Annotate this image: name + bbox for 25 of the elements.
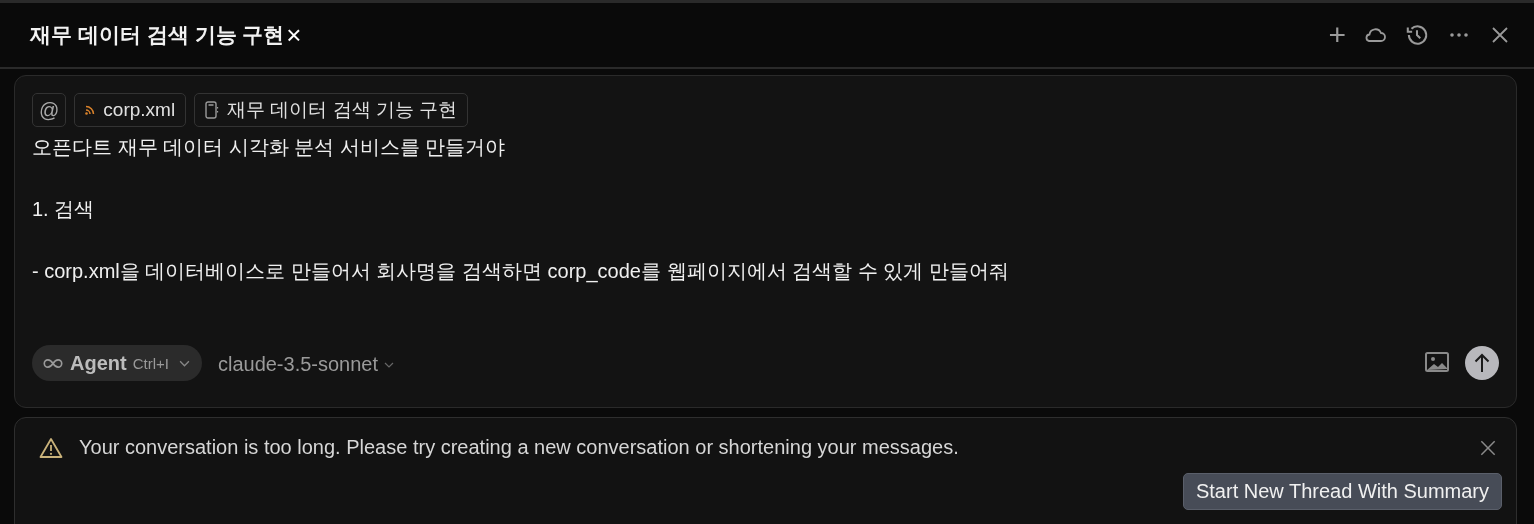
history-icon[interactable] <box>1404 22 1430 48</box>
agent-mode-button[interactable]: Agent Ctrl+I <box>32 345 202 381</box>
file-chip[interactable]: corp.xml <box>74 93 187 127</box>
message-line: 1. 검색 <box>32 197 96 221</box>
mention-button[interactable]: @ <box>32 93 67 127</box>
chevron-down-icon <box>178 359 190 367</box>
message-line: - corp.xml을 데이터베이스로 만들어서 회사명을 검색하면 corp_code를 웹페이지에서 검색할 수 있게 만들어줘 <box>32 259 1010 283</box>
document-chip[interactable]: 재무 데이터 검색 기능 구현 <box>194 93 469 127</box>
warning-message: Your conversation is too long. Please try creating a new conversation or shortening your messages. <box>79 436 959 459</box>
image-icon[interactable] <box>1425 352 1449 372</box>
chip-label: 재무 데이터 검색 기능 구현 <box>227 98 458 122</box>
new-chat-button[interactable]: + <box>1328 20 1346 50</box>
notebook-icon <box>205 101 220 119</box>
message-line: 오픈다트 재무 데이터 시각화 분석 서비스를 만들거야 <box>32 135 507 159</box>
start-new-thread-button[interactable]: Start New Thread With Summary <box>1182 473 1502 510</box>
rss-icon <box>85 105 96 115</box>
warning-icon <box>39 436 63 459</box>
chevron-down-icon <box>384 361 395 368</box>
close-tab-button[interactable]: × <box>284 22 302 48</box>
infinity-icon <box>42 357 64 369</box>
mode-label: Agent <box>70 351 127 375</box>
send-button[interactable] <box>1465 346 1499 380</box>
shortcut-label: Ctrl+I <box>132 354 169 372</box>
chip-label: corp.xml <box>103 99 176 121</box>
tab-title[interactable]: 재무 데이터 검색 기능 구현 <box>30 21 285 49</box>
